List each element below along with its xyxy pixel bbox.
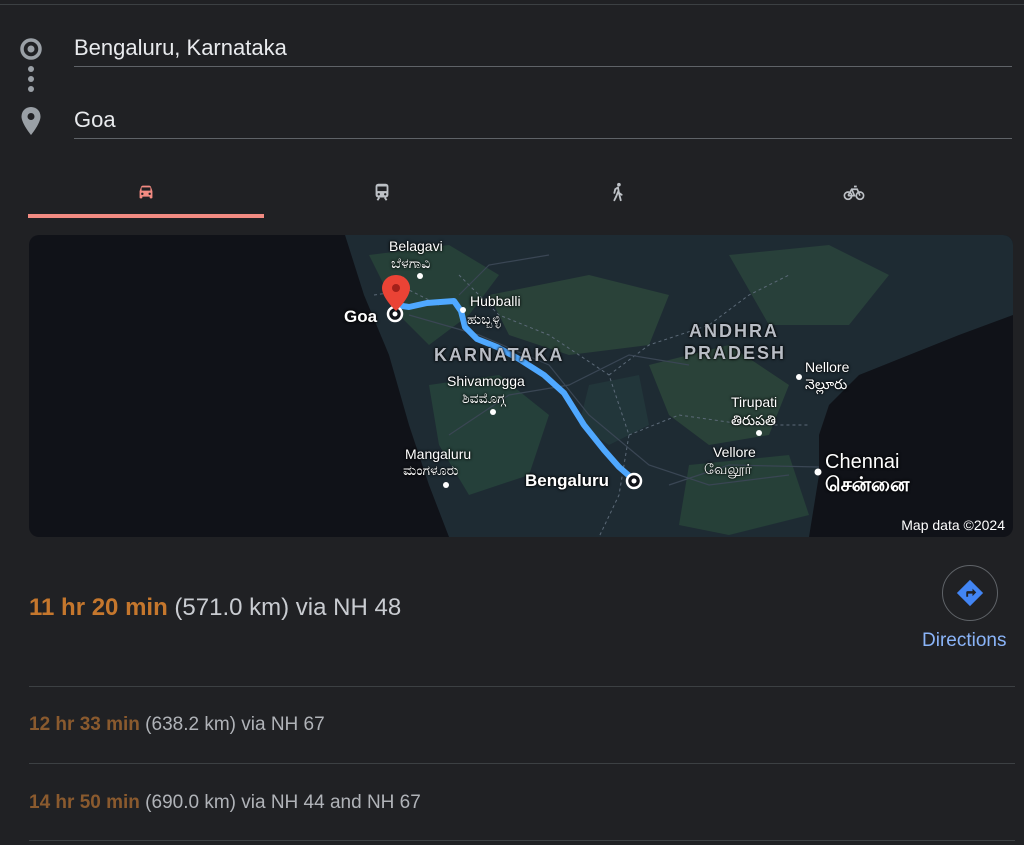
directions-arrow-icon — [956, 579, 984, 607]
map-label-mangaluru: Mangaluru — [405, 446, 472, 462]
route-duration: 11 hr 20 min — [29, 594, 168, 621]
map-label-mangaluru-kn: ಮಂಗಳೂರು — [403, 462, 459, 478]
map-label-hubballi-kn: ಹುಬ್ಬಳ್ಳಿ — [467, 311, 501, 327]
route-map[interactable]: Belagavi ಬೆಳಗಾವಿ Goa Hubballi ಹುಬ್ಬಳ್ಳಿ … — [29, 235, 1013, 537]
cycling-icon — [843, 185, 865, 201]
map-label-nellore-te: నెల్లూరు — [805, 376, 848, 392]
transport-mode-tabs — [28, 166, 1014, 218]
route-duration: 12 hr 33 min — [29, 714, 140, 735]
alternative-route-2[interactable]: 14 hr 50 min (690.0 km) via NH 44 and NH… — [29, 792, 421, 814]
map-label-tirupati-te: తిరుపతి — [731, 412, 776, 428]
origin-circle-icon — [20, 38, 42, 60]
map-label-shivamogga: Shivamogga — [447, 373, 525, 389]
map-label-andhra: ANDHRA — [689, 321, 779, 341]
map-label-chennai: Chennai — [825, 451, 900, 473]
map-label-vellore-ta: வேலூர் — [704, 461, 752, 477]
map-label-bengaluru: Bengaluru — [525, 471, 610, 490]
route-detail: (690.0 km) via NH 44 and NH 67 — [145, 792, 421, 813]
map-label-goa: Goa — [344, 307, 378, 326]
waypoint-icons — [18, 36, 44, 146]
walking-icon — [613, 182, 623, 202]
map-credit: Map data ©2024 — [901, 517, 1005, 533]
top-divider — [0, 4, 1024, 5]
map-label-belagavi: Belagavi — [389, 238, 443, 254]
route-divider — [29, 840, 1015, 841]
map-label-karnataka: KARNATAKA — [434, 345, 565, 365]
directions-button[interactable] — [942, 565, 998, 621]
route-detail: (571.0 km) via NH 48 — [174, 594, 402, 621]
transit-icon — [375, 183, 389, 201]
route-detail: (638.2 km) via NH 67 — [145, 714, 325, 735]
destination-pin-icon — [21, 107, 41, 135]
tab-driving[interactable] — [28, 166, 264, 218]
alternative-route-1[interactable]: 12 hr 33 min (638.2 km) via NH 67 — [29, 714, 325, 736]
tab-transit[interactable] — [264, 166, 500, 218]
route-duration: 14 hr 50 min — [29, 792, 140, 813]
map-label-pradesh: PRADESH — [684, 343, 787, 363]
route-divider — [29, 686, 1015, 687]
destination-input[interactable]: Goa — [74, 102, 1012, 139]
map-label-shivamogga-kn: ಶಿವಮೊಗ್ಗ — [462, 390, 506, 406]
map-label-hubballi: Hubballi — [470, 293, 521, 309]
map-label-nellore: Nellore — [805, 359, 850, 375]
map-label-belagavi-kn: ಬೆಳಗಾವಿ — [391, 255, 431, 271]
route-divider — [29, 763, 1015, 764]
route-dots-icon — [28, 66, 34, 96]
origin-input[interactable]: Bengaluru, Karnataka — [74, 30, 1012, 67]
tab-cycling[interactable] — [736, 166, 972, 218]
map-label-vellore: Vellore — [713, 444, 756, 460]
car-icon — [139, 185, 153, 199]
map-label-chennai-ta: சென்னை — [825, 474, 910, 496]
primary-route[interactable]: 11 hr 20 min (571.0 km) via NH 48 — [29, 594, 401, 622]
directions-link[interactable]: Directions — [922, 630, 1006, 652]
tab-walking[interactable] — [500, 166, 736, 218]
map-label-tirupati: Tirupati — [731, 394, 778, 410]
